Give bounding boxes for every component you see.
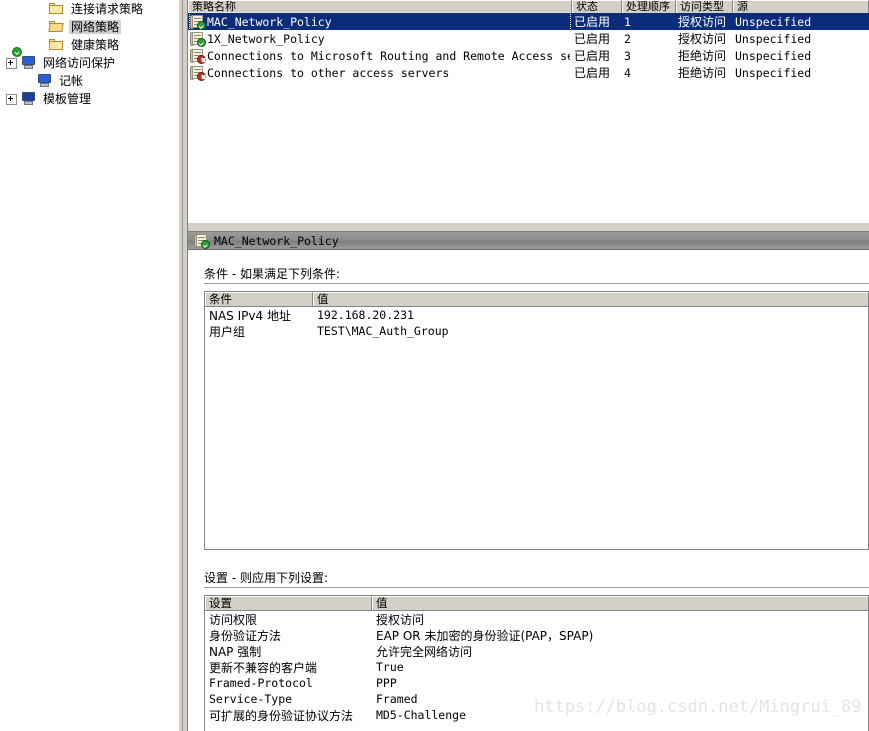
tree-item-5[interactable]: 模板管理 [0, 90, 93, 108]
list-column-header-1[interactable]: 状态 [572, 0, 622, 13]
detail-title-text: MAC_Network_Policy [214, 233, 339, 248]
policy-name: Connections to Microsoft Routing and Rem… [207, 48, 570, 63]
setting-name: 访问权限 [209, 612, 258, 627]
policy-status: 已启用 [574, 66, 611, 80]
table-row[interactable]: Connections to other access servers 已启用 4 拒… [188, 64, 869, 81]
computer-dark-icon [21, 92, 37, 106]
policy-access-type: 拒绝访问 [678, 66, 727, 80]
setting-value: 授权访问 [376, 612, 425, 627]
tree-item-label: 记帐 [59, 74, 84, 88]
setting-row: NAP 强制 允许完全网络访问 [205, 643, 868, 659]
setting-value: True [376, 660, 404, 674]
setting-name: 身份验证方法 [209, 628, 282, 643]
setting-value: PPP [376, 676, 397, 690]
tree-item-label: 健康策略 [71, 38, 120, 52]
condition-row: NAS IPv4 地址 192.168.20.231 [205, 307, 868, 323]
list-rows[interactable]: MAC_Network_Policy 已启用 1 授权访问 Unspecified 1X_… [188, 12, 869, 81]
conditions-grid[interactable]: 条件 值 NAS IPv4 地址 192.168.20.231 用户组 TEST\MA… [204, 291, 869, 550]
settings-col-value[interactable]: 值 [372, 596, 868, 610]
policy-order: 4 [624, 65, 631, 80]
list-column-header-2[interactable]: 处理顺序 [622, 0, 676, 13]
settings-grid-header[interactable]: 设置 值 [205, 596, 868, 611]
policy-status: 已启用 [574, 32, 611, 46]
conditions-rule [204, 283, 869, 285]
condition-name: NAS IPv4 地址 [209, 308, 291, 323]
policy-access-type: 授权访问 [678, 32, 727, 46]
policy-access-type: 拒绝访问 [678, 49, 727, 63]
setting-row: 访问权限 授权访问 [205, 611, 868, 627]
conditions-col-value[interactable]: 值 [313, 292, 868, 306]
list-column-headers[interactable]: 策略名称 状态 处理顺序 访问类型源 [188, 0, 869, 13]
policy-denied-icon [190, 48, 206, 64]
setting-name: Framed-Protocol [209, 676, 313, 690]
setting-name: 可扩展的身份验证协议方法 [209, 708, 354, 723]
list-column-header-4[interactable]: 源 [733, 0, 869, 13]
horizontal-splitter[interactable] [188, 222, 869, 231]
policy-source: Unspecified [735, 14, 812, 29]
nps-console-window: 连接请求策略 网络策略健康策略网络访问保护记帐模板管理 策略名称 状态 处理顺序 访问类… [0, 0, 869, 731]
table-row[interactable]: Connections to Microsoft Routing and Rem… [188, 47, 869, 64]
tree-item-4[interactable]: 记帐 [0, 72, 85, 90]
table-row[interactable]: 1X_Network_Policy 已启用 2 授权访问 Unspecified [188, 30, 869, 47]
policy-order: 2 [624, 31, 631, 46]
policy-name: MAC_Network_Policy [207, 14, 332, 29]
setting-value: 允许完全网络访问 [376, 644, 473, 659]
policy-enabled-icon [190, 31, 206, 47]
tree-item-0[interactable]: 连接请求策略 [0, 0, 145, 18]
conditions-grid-header[interactable]: 条件 值 [205, 292, 868, 307]
folder-icon [49, 38, 65, 52]
condition-name: 用户组 [209, 324, 246, 339]
settings-rule [204, 587, 869, 589]
tree-item-1[interactable]: 网络策略 [0, 18, 122, 36]
tree-item-label: 模板管理 [43, 92, 92, 106]
policy-name: Connections to other access servers [207, 65, 450, 80]
console-tree-pane[interactable]: 连接请求策略 网络策略健康策略网络访问保护记帐模板管理 [0, 0, 178, 731]
condition-row: 用户组 TEST\MAC_Auth_Group [205, 323, 868, 339]
policy-source: Unspecified [735, 31, 812, 46]
watermark: https://blog.csdn.net/Mingrui_89 [534, 697, 862, 717]
policy-source: Unspecified [735, 48, 812, 63]
setting-row: Framed-Protocol PPP [205, 675, 868, 691]
condition-value: 192.168.20.231 [317, 308, 414, 322]
setting-name: NAP 强制 [209, 644, 262, 659]
policy-source: Unspecified [735, 65, 812, 80]
computer-check-icon [12, 47, 37, 70]
policy-enabled-icon [190, 14, 206, 30]
conditions-rows: NAS IPv4 地址 192.168.20.231 用户组 TEST\MAC_Aut… [205, 307, 868, 339]
setting-name: 更新不兼容的客户端 [209, 660, 318, 675]
vertical-splitter[interactable] [178, 0, 188, 731]
tree-item-3[interactable]: 网络访问保护 [0, 47, 117, 72]
setting-name: Service-Type [209, 692, 293, 706]
condition-value: TEST\MAC_Auth_Group [317, 324, 449, 338]
policy-enabled-icon [194, 233, 210, 249]
conditions-heading: 条件 - 如果满足下列条件: [204, 267, 341, 281]
network-policies-list[interactable]: 策略名称 状态 处理顺序 访问类型源 MAC_Network_Policy 已启用 1 授权… [188, 0, 869, 222]
conditions-col-name[interactable]: 条件 [205, 292, 313, 306]
policy-order: 1 [624, 14, 631, 29]
tree-item-label: 连接请求策略 [71, 2, 144, 16]
settings-heading: 设置 - 则应用下列设置: [204, 571, 329, 585]
expander-icon[interactable] [6, 57, 17, 69]
setting-row: 更新不兼容的客户端 True [205, 659, 868, 675]
policy-access-type: 授权访问 [678, 15, 727, 29]
setting-value: EAP OR 未加密的身份验证(PAP，SPAP) [376, 628, 594, 643]
table-row[interactable]: MAC_Network_Policy 已启用 1 授权访问 Unspecified [188, 12, 869, 31]
policy-detail-pane: MAC_Network_Policy 条件 - 如果满足下列条件: 条件 值 N… [188, 231, 869, 731]
settings-col-name[interactable]: 设置 [205, 596, 372, 610]
folder-open-icon [48, 20, 65, 34]
policy-denied-icon [190, 65, 206, 81]
policy-order: 3 [624, 48, 631, 63]
detail-title-bar: MAC_Network_Policy [188, 232, 869, 250]
list-column-header-3[interactable]: 访问类型 [676, 0, 733, 13]
folder-icon [49, 2, 65, 16]
computer-icon [37, 74, 53, 88]
tree-item-label: 网络访问保护 [43, 56, 116, 70]
policy-status: 已启用 [574, 15, 611, 29]
setting-row: 身份验证方法 EAP OR 未加密的身份验证(PAP，SPAP) [205, 627, 868, 643]
expander-icon[interactable] [6, 93, 17, 105]
policy-name: 1X_Network_Policy [207, 31, 325, 46]
list-column-header-0[interactable]: 策略名称 [188, 0, 572, 13]
policy-status: 已启用 [574, 49, 611, 63]
tree-item-label: 网络策略 [69, 20, 122, 34]
